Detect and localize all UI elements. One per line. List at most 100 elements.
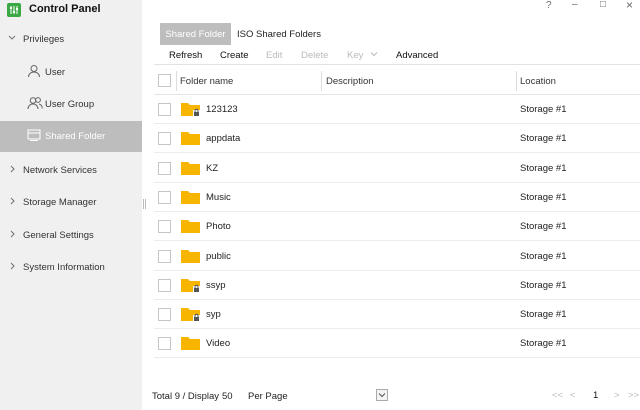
column-divider[interactable] <box>176 71 177 91</box>
sidebar-item-shared-folder[interactable]: Shared Folder <box>0 121 142 152</box>
chevron-down-icon <box>370 52 378 57</box>
sidebar-item-label: Shared Folder <box>45 131 106 142</box>
pagination-footer: Total 9 / Display 50 Per Page << < 1 > >… <box>142 382 640 410</box>
chevron-right-icon <box>10 165 15 173</box>
row-checkbox[interactable] <box>158 103 171 116</box>
table-row[interactable]: 123123 Storage #1 <box>154 95 640 124</box>
sidebar-section-label: Storage Manager <box>23 197 97 208</box>
sidebar-section-system-information[interactable]: System Information <box>0 252 142 282</box>
folder-icon <box>180 130 202 146</box>
previous-page-button[interactable]: < <box>570 390 576 401</box>
folder-name-cell: public <box>206 250 231 262</box>
first-page-button[interactable]: << <box>552 390 563 401</box>
sidebar-resize-handle[interactable] <box>143 199 146 209</box>
location-cell: Storage #1 <box>520 338 567 350</box>
folder-icon <box>180 189 202 205</box>
user-icon <box>28 65 40 78</box>
table-row[interactable]: Photo Storage #1 <box>154 212 640 242</box>
folder-icon <box>180 160 202 176</box>
tab-shared-folder[interactable]: Shared Folder <box>160 23 231 45</box>
table-row[interactable]: KZ Storage #1 <box>154 154 640 183</box>
user-group-icon <box>27 97 43 110</box>
sidebar-section-network-services[interactable]: Network Services <box>0 155 142 185</box>
sidebar-section-privileges[interactable]: Privileges <box>0 24 142 54</box>
location-cell: Storage #1 <box>520 133 567 145</box>
row-checkbox[interactable] <box>158 337 171 351</box>
maximize-button[interactable]: □ <box>600 0 606 10</box>
folder-name-cell: ssyp <box>206 279 226 291</box>
folder-name-cell: 123123 <box>206 104 238 115</box>
current-page[interactable]: 1 <box>593 390 598 401</box>
chevron-right-icon <box>10 262 15 270</box>
last-page-button[interactable]: >> <box>628 390 639 401</box>
chevron-down-icon <box>8 35 16 40</box>
sidebar-section-label: Privileges <box>23 34 65 45</box>
create-button[interactable]: Create <box>220 50 249 61</box>
locked-folder-icon <box>180 101 202 117</box>
folder-name-cell: syp <box>206 309 221 321</box>
shared-folder-icon <box>27 129 41 141</box>
refresh-button[interactable]: Refresh <box>169 50 202 61</box>
control-panel-logo-icon <box>7 3 21 17</box>
column-header-description[interactable]: Description <box>326 76 374 87</box>
row-checkbox[interactable] <box>158 278 171 292</box>
location-cell: Storage #1 <box>520 162 567 174</box>
chevron-down-icon <box>378 393 386 398</box>
chevron-right-icon <box>10 230 15 238</box>
row-checkbox[interactable] <box>158 249 171 263</box>
row-checkbox[interactable] <box>158 190 171 204</box>
row-checkbox[interactable] <box>158 220 171 234</box>
select-all-checkbox[interactable] <box>158 74 171 87</box>
sidebar-item-label: User <box>45 67 66 78</box>
per-page-dropdown[interactable] <box>376 389 388 401</box>
toolbar: Refresh Create Edit Delete Key Advanced <box>154 45 640 65</box>
table-row[interactable]: Music Storage #1 <box>154 183 640 212</box>
folder-name-cell: Photo <box>206 221 231 233</box>
folder-name-cell: appdata <box>206 133 241 145</box>
folder-name-cell: Music <box>206 191 231 203</box>
location-cell: Storage #1 <box>520 309 567 321</box>
table-row[interactable]: public Storage #1 <box>154 242 640 271</box>
close-button[interactable]: × <box>626 0 633 12</box>
sidebar: Control Panel Privileges User User Group… <box>0 0 142 410</box>
folder-icon <box>180 218 202 234</box>
table-row[interactable]: Video Storage #1 <box>154 329 640 359</box>
sidebar-section-label: Network Services <box>23 165 97 176</box>
total-display-label: Total 9 / Display <box>152 391 220 402</box>
sidebar-item-user[interactable]: User <box>0 57 142 87</box>
next-page-button[interactable]: > <box>614 390 620 401</box>
key-label: Key <box>347 50 364 61</box>
row-checkbox[interactable] <box>158 161 171 175</box>
folder-icon <box>180 335 202 351</box>
sidebar-item-user-group[interactable]: User Group <box>0 89 142 119</box>
minimize-button[interactable]: – <box>572 0 578 10</box>
table-row[interactable]: ssyp Storage #1 <box>154 271 640 300</box>
location-cell: Storage #1 <box>520 250 567 262</box>
folder-icon <box>180 248 202 264</box>
sidebar-section-label: General Settings <box>23 230 94 241</box>
per-page-label: Per Page <box>248 391 288 402</box>
app-title: Control Panel <box>29 3 101 15</box>
column-divider[interactable] <box>516 71 517 91</box>
sidebar-section-general-settings[interactable]: General Settings <box>0 220 142 250</box>
row-checkbox[interactable] <box>158 308 171 322</box>
folder-name-cell: Video <box>206 338 231 350</box>
key-button[interactable]: Key <box>347 50 378 61</box>
delete-button[interactable]: Delete <box>301 50 328 61</box>
column-divider[interactable] <box>321 71 322 91</box>
column-header-folder-name[interactable]: Folder name <box>180 76 233 87</box>
advanced-button[interactable]: Advanced <box>396 50 438 61</box>
edit-button[interactable]: Edit <box>266 50 282 61</box>
table-row[interactable]: syp Storage #1 <box>154 300 640 330</box>
tab-iso-shared-folders[interactable]: ISO Shared Folders <box>237 23 321 45</box>
location-cell: Storage #1 <box>520 279 567 291</box>
table-row[interactable]: appdata Storage #1 <box>154 124 640 154</box>
per-page-value[interactable]: 50 <box>222 391 233 402</box>
row-checkbox[interactable] <box>158 132 171 146</box>
help-button[interactable]: ? <box>546 0 552 11</box>
location-cell: Storage #1 <box>520 191 567 203</box>
chevron-right-icon <box>10 197 15 205</box>
table-header: Folder name Description Location <box>154 67 640 95</box>
sidebar-section-storage-manager[interactable]: Storage Manager <box>0 187 142 217</box>
column-header-location[interactable]: Location <box>520 76 556 87</box>
